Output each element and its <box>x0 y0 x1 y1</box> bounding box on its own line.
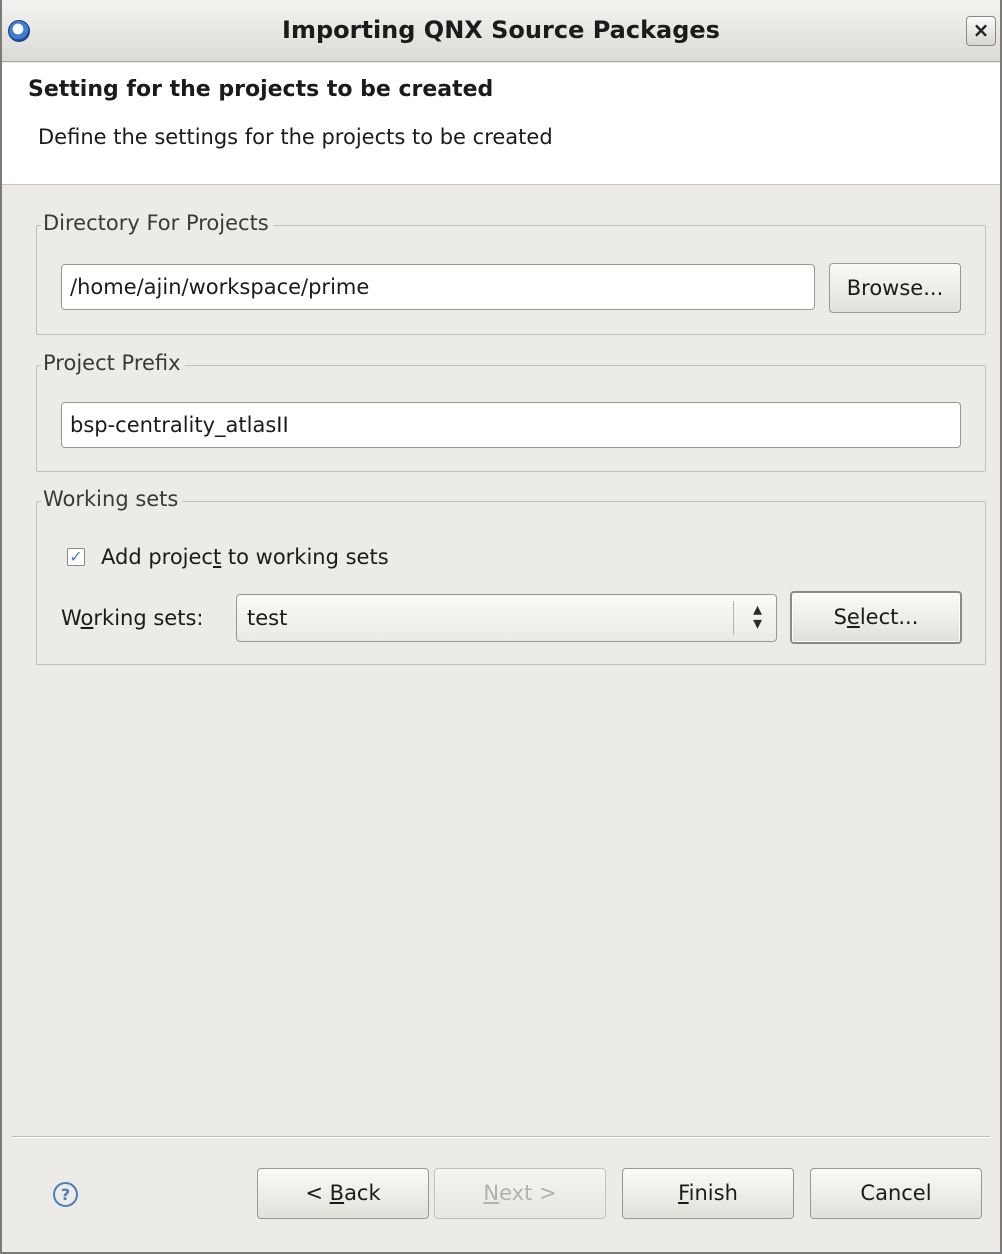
up-down-arrows-icon: ▴ ▾ <box>752 599 762 634</box>
close-button[interactable]: × <box>966 16 996 46</box>
finish-button[interactable]: Finish <box>622 1168 794 1219</box>
page-description: Define the settings for the projects to … <box>38 125 553 149</box>
browse-button[interactable]: Browse... <box>829 263 961 313</box>
import-dialog: Importing QNX Source Packages × Setting … <box>0 0 1002 1254</box>
project-prefix-group: Project Prefix <box>36 351 986 472</box>
help-icon[interactable]: ? <box>53 1182 78 1207</box>
project-prefix-input[interactable] <box>61 402 961 448</box>
wizard-header: Setting for the projects to be created D… <box>2 63 1000 185</box>
select-working-sets-button[interactable]: Select... <box>790 591 962 644</box>
back-button[interactable]: < Back <box>257 1168 429 1219</box>
title-bar[interactable]: Importing QNX Source Packages × <box>2 0 1000 62</box>
window-title: Importing QNX Source Packages <box>282 16 720 44</box>
directory-group-label: Directory For Projects <box>41 211 273 235</box>
next-button[interactable]: Next > <box>434 1168 606 1219</box>
working-sets-group: Working sets ✓ Add project to working se… <box>36 487 986 665</box>
page-title: Setting for the projects to be created <box>28 77 494 102</box>
working-sets-combo[interactable]: test ▴ ▾ <box>236 594 777 642</box>
working-sets-group-label: Working sets <box>41 487 183 511</box>
footer-separator <box>12 1136 990 1138</box>
directory-path-input[interactable] <box>61 264 815 310</box>
working-sets-field-label: Working sets: <box>61 606 204 630</box>
cancel-button[interactable]: Cancel <box>810 1168 982 1219</box>
add-to-working-sets-checkbox[interactable]: ✓ <box>67 548 85 566</box>
add-to-working-sets-label[interactable]: Add project to working sets <box>101 545 389 569</box>
working-sets-combo-value: test <box>247 606 288 630</box>
project-prefix-label: Project Prefix <box>41 351 185 375</box>
check-mark-icon: ✓ <box>69 547 83 566</box>
directory-group: Directory For Projects Browse... <box>36 211 986 335</box>
